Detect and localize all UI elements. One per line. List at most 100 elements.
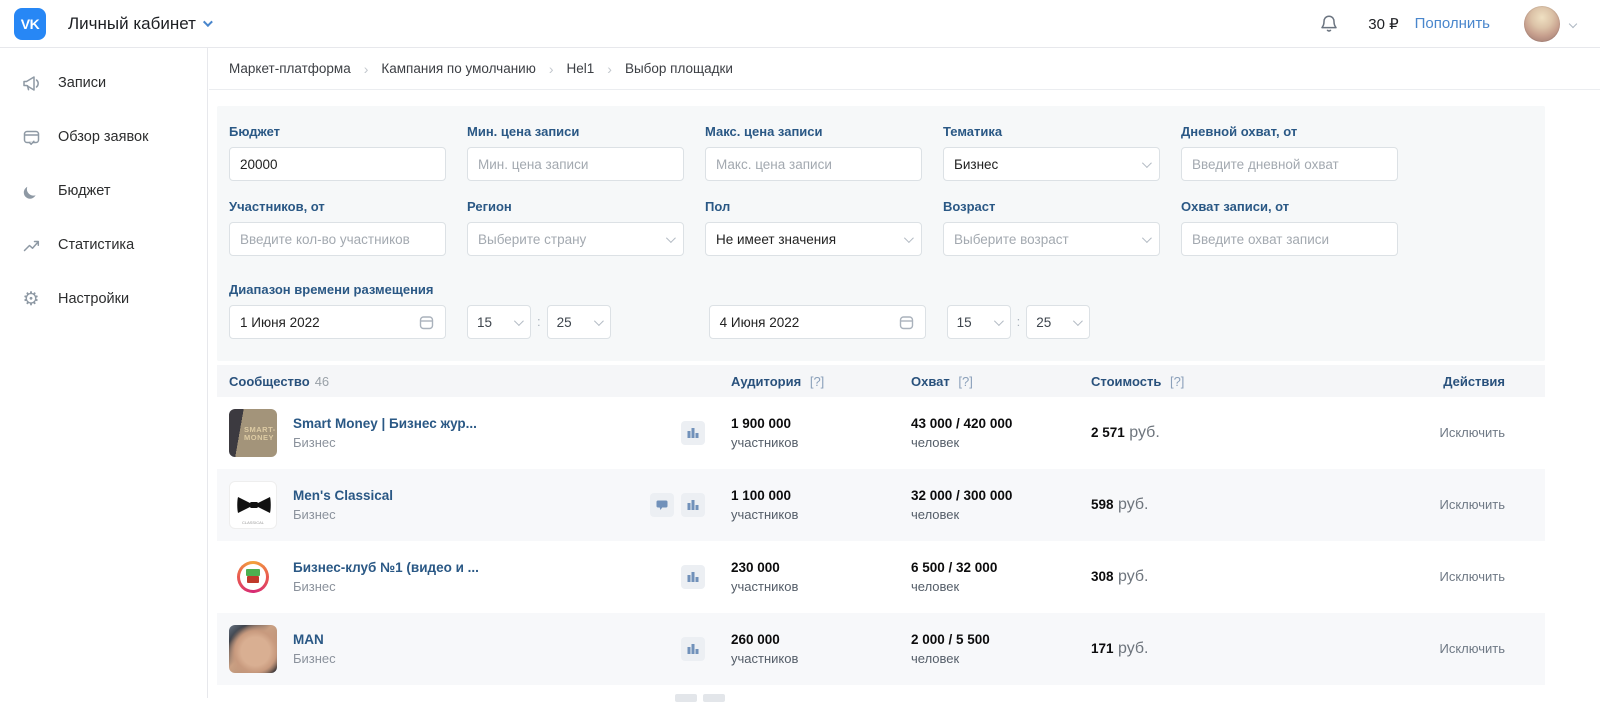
avatar-text: SMART-MONEY bbox=[244, 426, 274, 442]
date-range-controls: 1 Июня 2022 15 25 4 Июня 2022 bbox=[229, 305, 1525, 339]
time-separator bbox=[1011, 313, 1027, 331]
table-row: CLASSICAL Men's Classical Бизнес bbox=[217, 469, 1545, 541]
exclude-button[interactable]: Исключить bbox=[1440, 641, 1506, 656]
cost-help-icon[interactable]: [?] bbox=[1170, 374, 1184, 389]
start-minute-select[interactable]: 25 bbox=[547, 305, 611, 339]
sidebar-item-budget[interactable]: Бюджет bbox=[0, 164, 207, 218]
end-minute-value: 25 bbox=[1036, 315, 1051, 330]
megaphone-icon bbox=[20, 72, 42, 94]
bell-icon[interactable] bbox=[1318, 13, 1340, 35]
audience-help-icon[interactable]: [?] bbox=[810, 374, 824, 389]
chevron-down-icon bbox=[1142, 158, 1152, 168]
stats-bar-chart-icon[interactable] bbox=[681, 565, 705, 589]
chevron-down-icon bbox=[1073, 316, 1083, 326]
pagination-button[interactable] bbox=[675, 694, 697, 702]
breadcrumb-market-platform[interactable]: Маркет-платформа bbox=[229, 61, 351, 76]
reach-value: 6 500 / 32 000 bbox=[911, 560, 1091, 575]
end-hour-select[interactable]: 15 bbox=[947, 305, 1011, 339]
theme-select-value: Бизнес bbox=[954, 157, 998, 172]
audience-unit: участников bbox=[731, 579, 911, 594]
reach-value: 32 000 / 300 000 bbox=[911, 488, 1091, 503]
chevron-down-icon bbox=[594, 316, 604, 326]
audience-unit: участников bbox=[731, 435, 911, 450]
crescent-icon bbox=[20, 180, 42, 202]
community-avatar[interactable] bbox=[229, 625, 277, 673]
community-avatar[interactable] bbox=[229, 553, 277, 601]
table-header: Сообщество 46 Аудитория [?] Охват [?] Ст… bbox=[217, 365, 1545, 397]
avatar-chevron-down-icon[interactable] bbox=[1569, 19, 1577, 27]
col-reach: Охват bbox=[911, 374, 950, 389]
post-reach-label: Охват записи, от bbox=[1181, 199, 1398, 214]
min-price-input[interactable] bbox=[467, 147, 684, 181]
chevron-down-icon bbox=[666, 233, 676, 243]
reach-help-icon[interactable]: [?] bbox=[958, 374, 972, 389]
audience-value: 260 000 bbox=[731, 632, 911, 647]
sidebar-item-settings[interactable]: ⚙ Настройки bbox=[0, 272, 207, 326]
age-select[interactable]: Выберите возраст bbox=[943, 222, 1160, 256]
post-reach-input[interactable] bbox=[1181, 222, 1398, 256]
col-audience: Аудитория bbox=[731, 374, 801, 389]
stats-bar-chart-icon[interactable] bbox=[681, 637, 705, 661]
sidebar-item-label: Бюджет bbox=[58, 183, 110, 199]
budget-field: Бюджет bbox=[229, 124, 446, 181]
stats-bar-chart-icon[interactable] bbox=[681, 421, 705, 445]
date-range-label: Диапазон времени размещения bbox=[229, 282, 1525, 297]
sidebar-item-posts[interactable]: Записи bbox=[0, 56, 207, 110]
community-avatar[interactable]: SMART-MONEY bbox=[229, 409, 277, 457]
members-input[interactable] bbox=[229, 222, 446, 256]
cost-value: 308 bbox=[1091, 569, 1114, 584]
exclude-button[interactable]: Исключить bbox=[1440, 425, 1506, 440]
table-row: Бизнес-клуб №1 (видео и ... Бизнес 230 0… bbox=[217, 541, 1545, 613]
table-row: MAN Бизнес 260 000 участников 2 000 / 5 … bbox=[217, 613, 1545, 685]
region-select[interactable]: Выберите страну bbox=[467, 222, 684, 256]
end-date-input[interactable]: 4 Июня 2022 bbox=[709, 305, 926, 339]
min-price-label: Мин. цена записи bbox=[467, 124, 684, 139]
breadcrumb-platform-choice: Выбор площадки bbox=[625, 61, 733, 76]
sidebar-item-requests[interactable]: Обзор заявок bbox=[0, 110, 207, 164]
pagination-button[interactable] bbox=[703, 694, 725, 702]
exclude-button[interactable]: Исключить bbox=[1440, 497, 1506, 512]
budget-input[interactable] bbox=[229, 147, 446, 181]
cost-value: 171 bbox=[1091, 641, 1114, 656]
breadcrumb-default-campaign[interactable]: Кампания по умолчанию bbox=[381, 61, 535, 76]
breadcrumb-hel1[interactable]: Hel1 bbox=[567, 61, 595, 76]
cabinet-title: Личный кабинет bbox=[68, 14, 196, 34]
community-name-link[interactable]: Smart Money | Бизнес жур... bbox=[293, 414, 477, 433]
vk-logo[interactable]: VK bbox=[14, 8, 46, 40]
community-category: Бизнес bbox=[293, 577, 479, 596]
theme-select[interactable]: Бизнес bbox=[943, 147, 1160, 181]
start-hour-value: 15 bbox=[477, 315, 492, 330]
region-label: Регион bbox=[467, 199, 684, 214]
user-avatar[interactable] bbox=[1524, 6, 1560, 42]
max-price-input[interactable] bbox=[705, 147, 922, 181]
cabinet-title-menu[interactable]: Личный кабинет bbox=[68, 14, 210, 34]
audience-unit: участников bbox=[731, 651, 911, 666]
community-name-link[interactable]: Бизнес-клуб №1 (видео и ... bbox=[293, 558, 479, 577]
gender-field: Пол Не имеет значения bbox=[705, 199, 922, 256]
start-hour-select[interactable]: 15 bbox=[467, 305, 531, 339]
breadcrumb-separator-icon: › bbox=[549, 61, 554, 77]
sidebar-item-statistics[interactable]: Статистика bbox=[0, 218, 207, 272]
community-category: Бизнес bbox=[293, 649, 336, 668]
sidebar-item-label: Настройки bbox=[58, 291, 129, 307]
end-minute-select[interactable]: 25 bbox=[1026, 305, 1090, 339]
cost-value: 2 571 bbox=[1091, 425, 1125, 440]
start-date-input[interactable]: 1 Июня 2022 bbox=[229, 305, 446, 339]
community-name-link[interactable]: Men's Classical bbox=[293, 486, 393, 505]
comment-icon[interactable] bbox=[650, 493, 674, 517]
community-avatar[interactable]: CLASSICAL bbox=[229, 481, 277, 529]
reach-unit: человек bbox=[911, 579, 1091, 594]
stats-bar-chart-icon[interactable] bbox=[681, 493, 705, 517]
gender-select-value: Не имеет значения bbox=[716, 232, 836, 247]
exclude-button[interactable]: Исключить bbox=[1440, 569, 1506, 584]
topup-link[interactable]: Пополнить bbox=[1415, 15, 1490, 32]
daily-reach-input[interactable] bbox=[1181, 147, 1398, 181]
reach-unit: человек bbox=[911, 651, 1091, 666]
gender-select[interactable]: Не имеет значения bbox=[705, 222, 922, 256]
chevron-down-icon bbox=[904, 233, 914, 243]
col-actions: Действия bbox=[1443, 374, 1505, 389]
main-content: Маркет-платформа › Кампания по умолчанию… bbox=[209, 48, 1600, 698]
start-date-value: 1 Июня 2022 bbox=[240, 315, 320, 330]
community-name-link[interactable]: MAN bbox=[293, 630, 336, 649]
sidebar-item-label: Обзор заявок bbox=[58, 129, 148, 145]
